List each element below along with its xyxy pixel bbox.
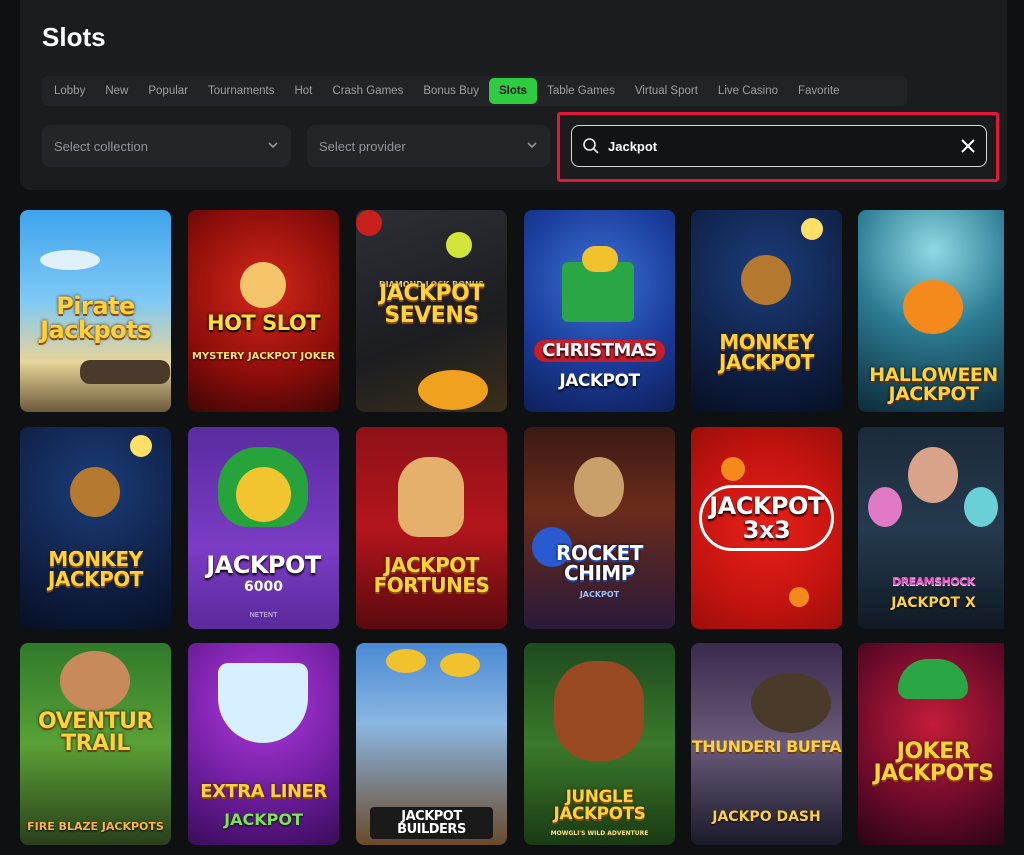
game-card[interactable]: JACKPOT FORTUNES [356,427,507,629]
category-tabs: Lobby New Popular Tournaments Hot Crash … [42,76,907,106]
game-subtitle: JACKPO DASH [712,809,821,825]
tab-crash-games[interactable]: Crash Games [322,78,413,104]
game-card[interactable]: JACKPOT 3x3 [691,427,842,629]
tab-slots[interactable]: Slots [488,78,538,104]
game-title: JOKER JACKPOTS [873,739,994,786]
game-title: JACKPOT [206,551,321,579]
game-grid: Pirate Jackpots HOT SLOT MYSTERY JACKPOT… [20,210,1004,855]
game-card[interactable]: CHRISTMAS JACKPOT [524,210,675,412]
game-card[interactable]: DREAMSHOCK JACKPOT X [858,427,1004,629]
collection-select[interactable]: Select collection [42,125,291,167]
game-subtitle: MOWGLI'S WILD ADVENTURE [550,830,649,837]
game-card[interactable]: Pirate Jackpots [20,210,171,412]
game-card[interactable]: EXTRA LINER JACKPOT [188,643,339,845]
game-subtitle: 6000 [244,579,283,595]
tab-bonus-buy[interactable]: Bonus Buy [413,78,489,104]
game-title: JACKPOT FORTUNES [373,553,490,597]
game-title: OVENTUR TRAIL [38,709,153,756]
game-card[interactable]: ROCKET CHIMP JACKPOT [524,427,675,629]
tab-live-casino[interactable]: Live Casino [708,78,788,104]
search-box [571,125,987,167]
game-card[interactable]: HALLOWEEN JACKPOT [858,210,1004,412]
provider-select[interactable]: Select provider [307,125,550,167]
game-title: HALLOWEEN JACKPOT [869,364,998,405]
game-subtitle: JACKPOT [224,810,303,829]
game-title: ROCKET CHIMP [556,541,643,585]
game-title: THUNDERI BUFFA [691,737,842,756]
game-subtitle: JACKPOT [559,371,640,391]
game-title: HOT SLOT [207,311,321,335]
chevron-down-icon [527,142,537,149]
game-title: DREAMSHOCK [892,575,975,588]
game-provider: NETENT [249,611,278,619]
game-card[interactable]: THUNDERI BUFFA JACKPO DASH [691,643,842,845]
game-card[interactable]: JACKPOT BUILDERS [356,643,507,845]
search-icon [583,138,599,154]
tab-favorite[interactable]: Favorite [788,78,850,104]
search-input[interactable] [608,138,960,154]
game-card[interactable]: DIAMOND LOCK BONUS JACKPOT SEVENS [356,210,507,412]
game-subtitle: FIRE BLAZE JACKPOTS [27,820,164,833]
game-title: JUNGLE JACKPOTS [553,787,646,824]
tab-new[interactable]: New [95,78,138,104]
game-title: MONKEY JACKPOT [719,330,814,374]
game-card[interactable]: MONKEY JACKPOT [20,427,171,629]
close-icon[interactable] [960,138,976,154]
game-title: JACKPOT BUILDERS [370,807,493,839]
game-card[interactable]: OVENTUR TRAIL FIRE BLAZE JACKPOTS [20,643,171,845]
tab-lobby[interactable]: Lobby [44,78,95,104]
collection-select-label: Select collection [54,138,148,154]
tab-table-games[interactable]: Table Games [537,78,625,104]
game-subtitle: MYSTERY JACKPOT JOKER [191,351,336,362]
game-card[interactable]: MONKEY JACKPOT [691,210,842,412]
game-subtitle: JACKPOT X [891,595,976,611]
tab-popular[interactable]: Popular [138,78,198,104]
game-card[interactable]: JUNGLE JACKPOTS MOWGLI'S WILD ADVENTURE [524,643,675,845]
game-title: Pirate Jackpots [40,292,151,344]
page-title: Slots [42,22,106,52]
game-subtitle: JACKPOT [579,590,620,599]
game-title: JACKPOT 3x3 [699,485,834,551]
game-title: MONKEY JACKPOT [48,547,143,591]
tab-tournaments[interactable]: Tournaments [198,78,284,104]
game-title: CHRISTMAS [534,340,665,362]
provider-select-label: Select provider [319,138,406,154]
chevron-down-icon [268,142,278,149]
tab-hot[interactable]: Hot [284,78,322,104]
game-card[interactable]: HOT SLOT MYSTERY JACKPOT JOKER [188,210,339,412]
game-card[interactable]: JOKER JACKPOTS [858,643,1004,845]
tab-virtual-sport[interactable]: Virtual Sport [625,78,708,104]
game-card[interactable]: JACKPOT 6000 NETENT [188,427,339,629]
game-title: EXTRA LINER [200,781,327,802]
game-title: JACKPOT SEVENS [379,281,484,328]
